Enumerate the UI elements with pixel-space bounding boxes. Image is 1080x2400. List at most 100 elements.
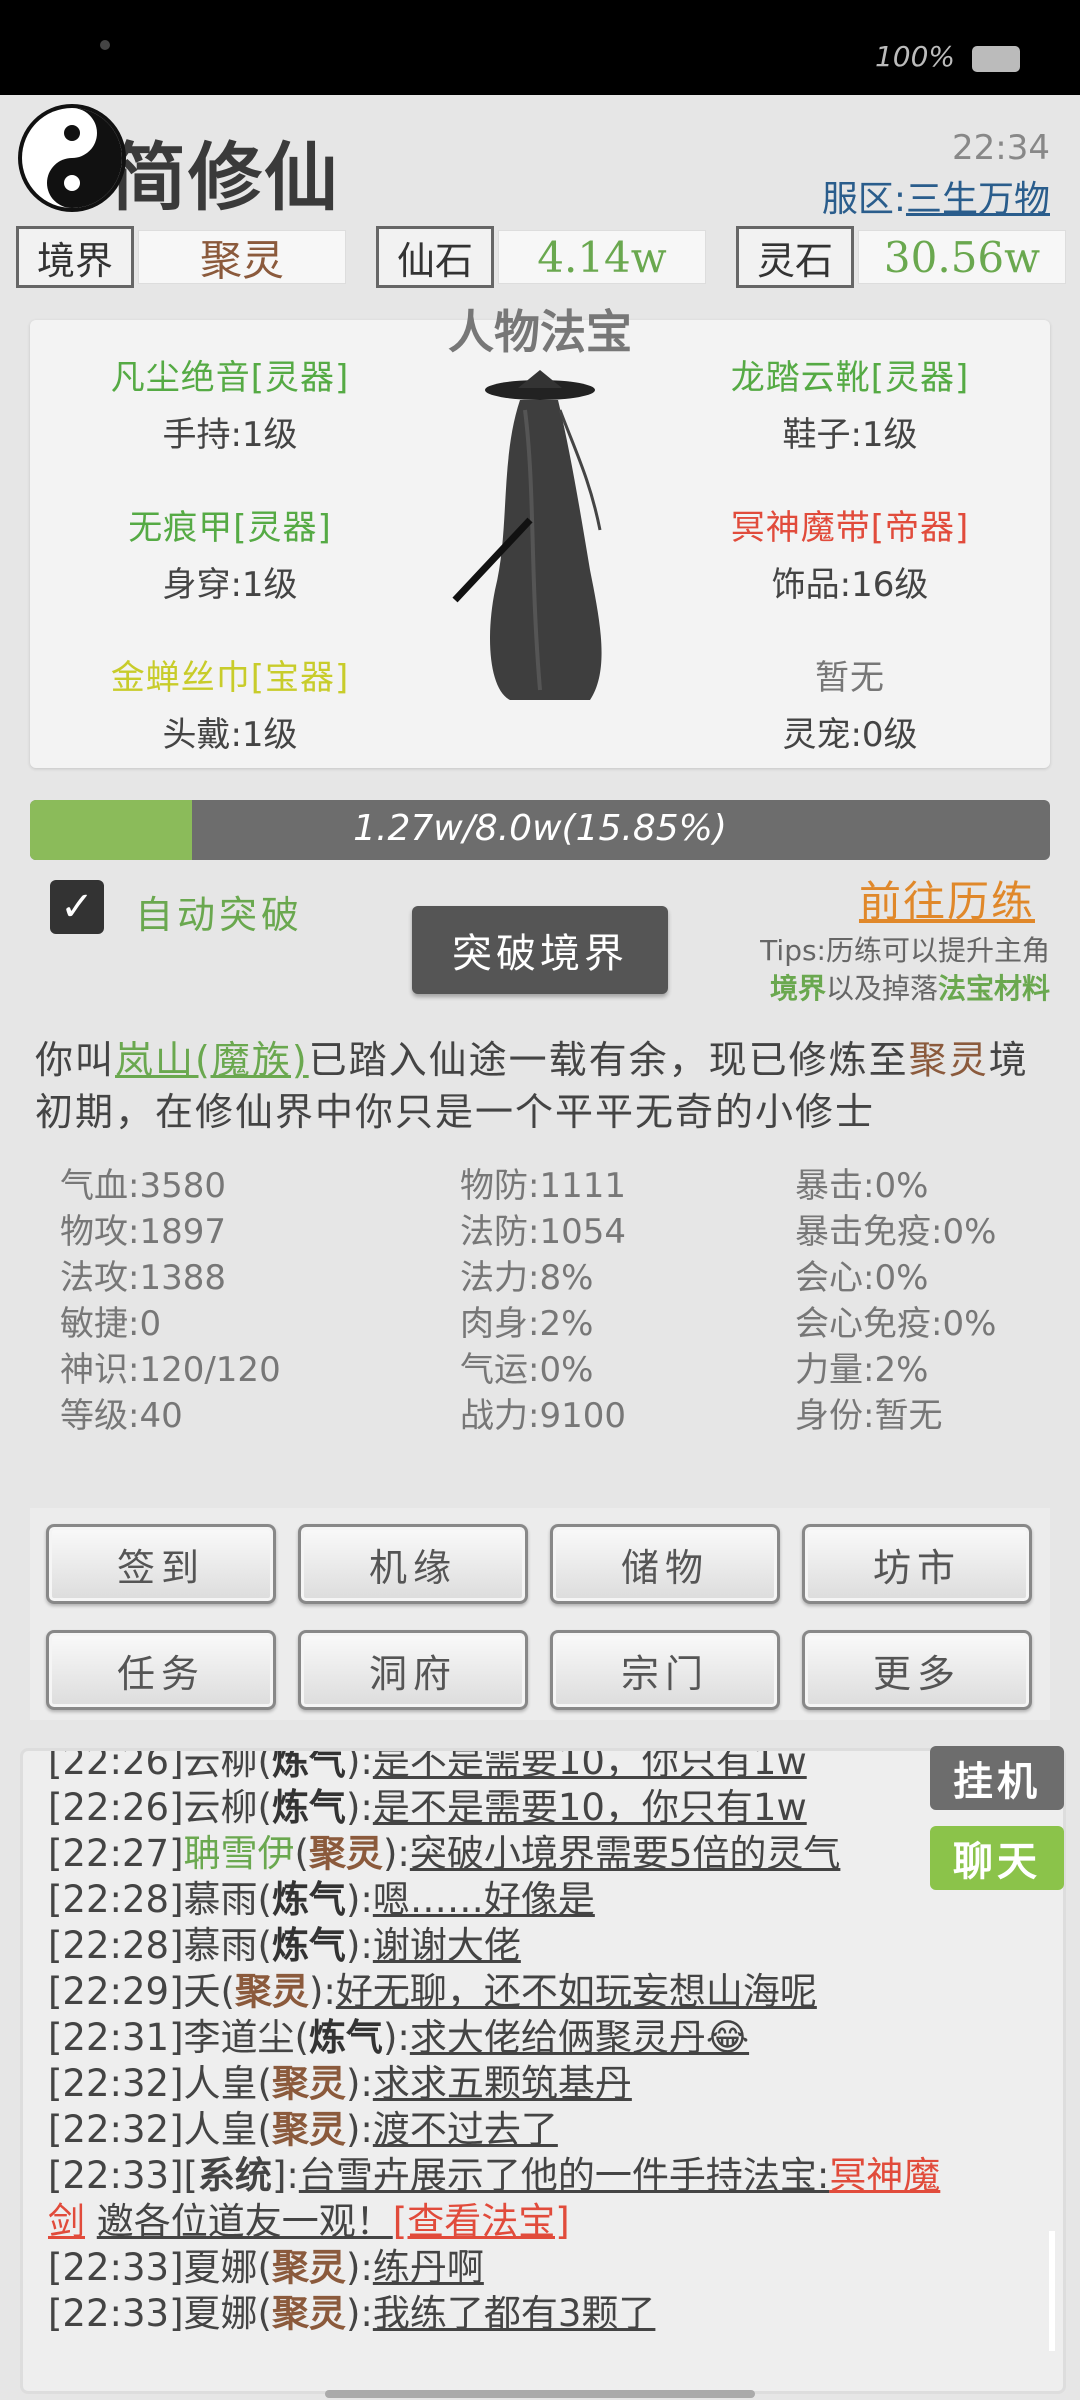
breakthrough-button[interactable]: 突破境界	[412, 906, 668, 994]
spirit-stone-label: 灵石	[736, 226, 854, 288]
chat-lines: [22:26]云柳(炼气):是不是需要10，你只有1w [22:26]云柳(炼气)…	[48, 1748, 1048, 2337]
chat-message: 谢谢大佬	[372, 1924, 521, 1967]
stat-body: 肉身:2%	[460, 1304, 594, 1344]
signin-button[interactable]: 签到	[46, 1524, 276, 1604]
tips-materials: 法宝材料	[937, 972, 1050, 1005]
chat-user[interactable]: 李道尘	[184, 2016, 295, 2059]
battery-percent: 100%	[874, 40, 955, 73]
chat-user[interactable]: 云柳	[184, 1786, 258, 1829]
character-name[interactable]: 岚山(魔族)	[115, 1038, 309, 1082]
storage-button[interactable]: 储物	[550, 1524, 780, 1604]
immortal-stone-value: 4.14w	[498, 230, 706, 284]
immortal-stone-label: 仙石	[376, 226, 494, 288]
chat-system-message: [22:33][系统]:台雪卉展示了他的一件手持法宝:冥神魔	[48, 2154, 941, 2197]
sect-button[interactable]: 宗门	[550, 1630, 780, 1710]
stat-strength: 力量:2%	[795, 1350, 929, 1390]
stat-phys-def: 物防:1111	[460, 1166, 626, 1206]
chat-panel[interactable]: [22:26]云柳(炼气):是不是需要10，你只有1w [22:26]云柳(炼气)…	[20, 1748, 1066, 2394]
chat-line: [22:28]慕雨(炼气):谢谢大佬	[48, 1924, 521, 1967]
chat-realm: 炼气	[308, 2016, 383, 2059]
chat-line: [22:32]人皇(聚灵):求求五颗筑基丹	[48, 2062, 632, 2105]
stat-mana: 法力:8%	[460, 1258, 594, 1298]
chat-toggle-button[interactable]: 聊天	[930, 1826, 1064, 1890]
chat-user[interactable]: 聃雪伊	[184, 1832, 295, 1875]
realm-value: 聚灵	[138, 230, 346, 285]
chat-line: [22:33]夏娜(聚灵):练丹啊	[48, 2246, 484, 2289]
story-mid: 已踏入仙途一载有余，现已修炼至	[308, 1038, 909, 1082]
server-info[interactable]: 服区:三生万物	[822, 170, 1050, 222]
chat-realm: 炼气	[271, 1924, 346, 1967]
equip-slot-armor[interactable]: 无痕甲[灵器] 身穿:1级	[60, 500, 400, 606]
equip-slot-level: 头戴:1级	[162, 715, 298, 755]
equip-name: 凡尘绝音[灵器]	[110, 358, 350, 398]
view-treasure-link[interactable]: [查看法宝]	[393, 2200, 570, 2243]
equip-slot-weapon[interactable]: 凡尘绝音[灵器] 手持:1级	[60, 350, 400, 456]
chat-line: [22:33]夏娜(聚灵):我练了都有3颗了	[48, 2292, 656, 2335]
tips-line1: Tips:历练可以提升主角	[760, 934, 1050, 967]
chat-line: [22:29]夭(聚灵):好无聊，还不如玩妄想山海呢	[48, 1970, 817, 2013]
chat-message: 渡不过去了	[372, 2108, 558, 2151]
more-button[interactable]: 更多	[802, 1630, 1032, 1710]
chat-time: [22:26]	[48, 1748, 184, 1783]
market-button[interactable]: 坊市	[802, 1524, 1032, 1604]
chat-user[interactable]: 人皇	[184, 2108, 258, 2151]
equip-name: 金蝉丝巾[宝器]	[110, 658, 350, 698]
chat-user[interactable]: 人皇	[184, 2062, 258, 2105]
system-text: 台雪卉展示了他的一件手持法宝:	[298, 2154, 830, 2197]
go-training-link[interactable]: 前往历练	[859, 868, 1035, 929]
yinyang-logo-icon	[18, 104, 126, 212]
chat-line: [22:28]慕雨(炼气):嗯……好像是	[48, 1878, 595, 1921]
spirit-stone-value: 30.56w	[858, 230, 1066, 284]
idle-button[interactable]: 挂机	[930, 1746, 1064, 1810]
chat-user[interactable]: 云柳	[184, 1751, 258, 1783]
character-figure	[440, 370, 640, 710]
equip-slot-level: 手持:1级	[162, 415, 298, 455]
status-bar: 100%	[0, 0, 1080, 95]
equip-slot-pet[interactable]: 暂无 灵宠:0级	[680, 650, 1020, 756]
equip-slot-level: 饰品:16级	[771, 565, 929, 605]
chat-user[interactable]: 夏娜	[184, 2292, 258, 2335]
chat-user[interactable]: 夏娜	[184, 2246, 258, 2289]
chat-line: [22:31]李道尘(炼气):求大佬给俩聚灵丹😂	[48, 2016, 750, 2059]
chat-realm: 聚灵	[308, 1832, 383, 1875]
home-indicator	[325, 2390, 755, 2398]
equip-slot-level: 灵宠:0级	[782, 715, 918, 755]
auto-break-label: 自动突破	[135, 893, 304, 937]
progress-text: 1.27w/8.0w(15.85%)	[353, 808, 727, 849]
equip-name: 冥神魔带[帝器]	[730, 508, 970, 548]
equip-slot-accessory[interactable]: 冥神魔带[帝器] 饰品:16级	[680, 500, 1020, 606]
stat-power: 战力:9100	[460, 1396, 626, 1436]
chat-message: 求大佬给俩聚灵丹😂	[409, 2016, 750, 2059]
chat-time: [22:26]	[48, 1786, 184, 1829]
chat-message: 突破小境界需要5倍的灵气	[409, 1832, 841, 1875]
chat-time: [22:29]	[48, 1970, 184, 2013]
camera-dot	[100, 40, 110, 50]
cultivation-progress-bar: 1.27w/8.0w(15.85%)	[30, 800, 1050, 860]
task-button[interactable]: 任务	[46, 1630, 276, 1710]
equip-slot-shoes[interactable]: 龙踏云靴[灵器] 鞋子:1级	[680, 350, 1020, 456]
stat-level: 等级:40	[60, 1396, 183, 1436]
stat-mag-atk: 法攻:1388	[60, 1258, 226, 1298]
auto-break-checkbox[interactable]: ✓	[50, 880, 104, 934]
server-name[interactable]: 三生万物	[906, 179, 1050, 220]
chat-message: 求求五颗筑基丹	[372, 2062, 632, 2105]
chat-time: [22:33]	[48, 2154, 184, 2197]
chat-user[interactable]: 慕雨	[184, 1878, 258, 1921]
chat-realm: 聚灵	[234, 1970, 309, 2013]
stat-heart-immune: 会心免疫:0%	[795, 1304, 997, 1344]
chat-line: [22:26]云柳(炼气):是不是需要10，你只有1w	[48, 1748, 1048, 1785]
chat-time: [22:33]	[48, 2246, 184, 2289]
chat-user[interactable]: 夭	[184, 1970, 221, 2013]
system-item-name-cont[interactable]: 剑	[48, 2200, 85, 2243]
equip-slot-head[interactable]: 金蝉丝巾[宝器] 头戴:1级	[60, 650, 400, 756]
server-label: 服区:	[821, 179, 906, 220]
cave-button[interactable]: 洞府	[298, 1630, 528, 1710]
fortune-button[interactable]: 机缘	[298, 1524, 528, 1604]
game-title: 简修仙	[112, 135, 340, 221]
chat-user[interactable]: 慕雨	[184, 1924, 258, 1967]
chat-time: [22:28]	[48, 1878, 184, 1921]
system-item-name[interactable]: 冥神魔	[829, 2154, 940, 2197]
chat-realm: 炼气	[271, 1878, 346, 1921]
chat-time: [22:32]	[48, 2108, 184, 2151]
chat-scrollbar[interactable]	[1049, 2231, 1055, 2351]
